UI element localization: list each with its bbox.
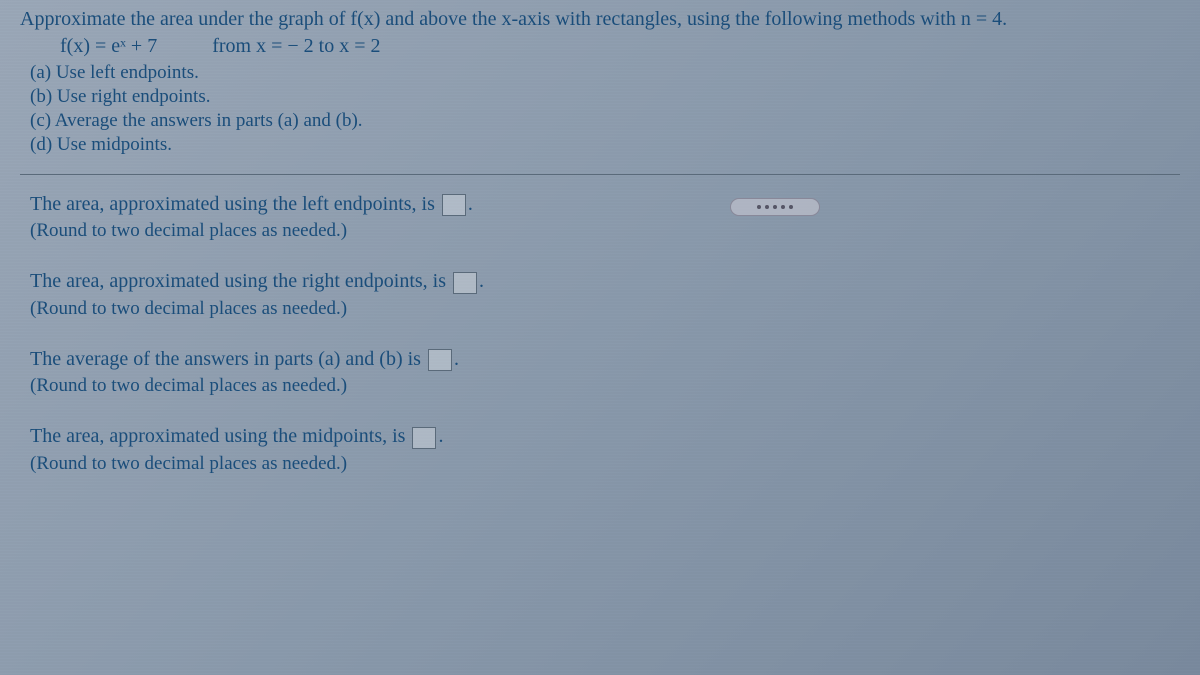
answer-midpoints-text: The area, approximated using the midpoin… (30, 425, 1180, 448)
answer-midpoints-round: (Round to two decimal places as needed.) (30, 453, 1180, 475)
answer-midpoints-before: The area, approximated using the midpoin… (30, 425, 410, 447)
problem-statement: Approximate the area under the graph of … (20, 8, 1180, 31)
answer-left-text: The area, approximated using the left en… (30, 193, 1180, 216)
answer-right-input[interactable] (453, 272, 477, 294)
answer-right-section: The area, approximated using the right e… (20, 270, 1180, 319)
answer-right-after: . (479, 270, 484, 292)
interval-text: from x = − 2 to x = 2 (162, 35, 380, 57)
answer-right-text: The area, approximated using the right e… (30, 270, 1180, 293)
option-a: (a) Use left endpoints. (20, 62, 1180, 84)
problem-container: Approximate the area under the graph of … (0, 0, 1200, 511)
answer-average-input[interactable] (428, 349, 452, 371)
function-expression: f(x) = eˣ + 7 (60, 35, 157, 57)
answer-average-after: . (454, 348, 459, 370)
answer-average-before: The average of the answers in parts (a) … (30, 348, 426, 370)
answer-average-section: The average of the answers in parts (a) … (20, 348, 1180, 397)
option-b: (b) Use right endpoints. (20, 86, 1180, 108)
answer-left-after: . (468, 193, 473, 215)
answer-left-before: The area, approximated using the left en… (30, 193, 440, 215)
answer-left-input[interactable] (442, 194, 466, 216)
divider (20, 174, 1180, 175)
answer-midpoints-section: The area, approximated using the midpoin… (20, 425, 1180, 474)
answer-average-text: The average of the answers in parts (a) … (30, 348, 1180, 371)
answer-left-section: The area, approximated using the left en… (20, 193, 1180, 242)
option-d: (d) Use midpoints. (20, 134, 1180, 156)
answer-average-round: (Round to two decimal places as needed.) (30, 375, 1180, 397)
page-indicator[interactable] (730, 198, 820, 216)
answer-midpoints-input[interactable] (412, 427, 436, 449)
answer-right-round: (Round to two decimal places as needed.) (30, 298, 1180, 320)
function-line: f(x) = eˣ + 7 from x = − 2 to x = 2 (20, 35, 1180, 58)
answer-right-before: The area, approximated using the right e… (30, 270, 451, 292)
answer-left-round: (Round to two decimal places as needed.) (30, 220, 1180, 242)
answer-midpoints-after: . (438, 425, 443, 447)
option-c: (c) Average the answers in parts (a) and… (20, 110, 1180, 132)
